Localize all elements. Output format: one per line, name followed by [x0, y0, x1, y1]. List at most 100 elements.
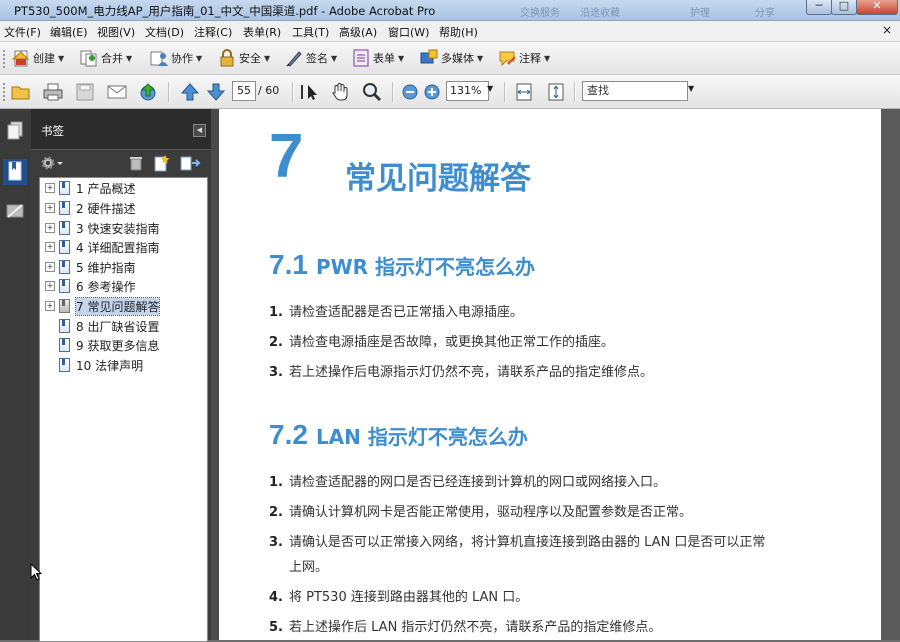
- zoom-input[interactable]: 131%: [446, 81, 489, 101]
- bookmark-label: 6 参考操作: [76, 279, 136, 294]
- expand-icon[interactable]: +: [45, 183, 55, 193]
- create-button[interactable]: 创建 ▼: [11, 48, 64, 68]
- expand-icon[interactable]: +: [45, 281, 55, 291]
- sign-label: 签名: [306, 52, 328, 65]
- bookmark-item[interactable]: + 6 参考操作: [40, 277, 207, 295]
- multimedia-icon: [420, 49, 438, 67]
- zoom-tool-icon[interactable]: [362, 82, 382, 102]
- multimedia-label: 多媒体: [441, 52, 474, 65]
- fit-width-icon[interactable]: [514, 82, 534, 102]
- email-icon[interactable]: [107, 82, 127, 102]
- toolbar-separator: [574, 82, 576, 102]
- ghost-text: 交换服务: [520, 8, 560, 19]
- expand-icon[interactable]: +: [45, 262, 55, 272]
- find-input[interactable]: 查找: [582, 81, 688, 101]
- bookmark-icon: [59, 201, 70, 215]
- chevron-down-icon: ▼: [398, 53, 405, 63]
- bookmark-item[interactable]: 8 出厂缺省设置: [40, 317, 207, 335]
- forms-button[interactable]: 表单 ▼: [352, 48, 404, 68]
- bookmark-item[interactable]: + 5 维护指南: [40, 258, 207, 276]
- expand-icon[interactable]: +: [45, 203, 55, 213]
- bookmark-icon: [59, 279, 70, 293]
- chevron-down-icon[interactable]: ▼: [688, 84, 694, 93]
- bookmarks-panel-header: 书签 ◀: [31, 109, 211, 150]
- chevron-down-icon: ▼: [196, 53, 203, 63]
- panel-splitter[interactable]: [211, 109, 219, 640]
- new-bookmark-icon[interactable]: [153, 154, 171, 175]
- menu-forms[interactable]: 表单(R): [243, 24, 281, 40]
- open-folder-icon[interactable]: [11, 82, 31, 102]
- page-number-input[interactable]: 55: [232, 81, 256, 101]
- list-item: 2. 请检查电源插座是否故障，或更换其他正常工作的插座。: [269, 335, 615, 350]
- section-title: PWR 指示灯不亮怎么办: [315, 255, 536, 279]
- hand-tool-icon[interactable]: [330, 82, 350, 102]
- bookmark-item[interactable]: + 3 快速安装指南: [40, 219, 207, 237]
- vertical-scrollbar[interactable]: [881, 109, 900, 640]
- menu-help[interactable]: 帮助(H): [439, 24, 478, 40]
- bookmark-item[interactable]: + 4 详细配置指南: [40, 238, 207, 256]
- bookmark-item-selected[interactable]: + 7 常见问题解答: [40, 296, 207, 316]
- bookmark-item[interactable]: 10 法律声明: [40, 356, 207, 374]
- delete-trash-icon[interactable]: [129, 155, 143, 174]
- bookmark-label: 3 快速安装指南: [76, 221, 160, 236]
- bookmarks-tab-icon[interactable]: [3, 159, 27, 185]
- bookmark-icon: [59, 260, 70, 274]
- document-page[interactable]: 7 常见问题解答 7.1 PWR 指示灯不亮怎么办 1. 请检查适配器是否已正常插入…: [219, 109, 881, 640]
- collapse-panel-button[interactable]: ◀: [193, 124, 206, 137]
- toolbar-grip[interactable]: [3, 83, 8, 101]
- expand-bookmark-icon[interactable]: [179, 154, 201, 175]
- expand-icon[interactable]: +: [45, 242, 55, 252]
- expand-icon[interactable]: +: [45, 301, 55, 311]
- collaborate-icon: [150, 49, 168, 67]
- bookmark-icon: [59, 240, 70, 254]
- menu-edit[interactable]: 编辑(E): [50, 24, 88, 40]
- menu-document[interactable]: 文档(D): [145, 24, 184, 40]
- previous-page-icon[interactable]: [180, 82, 200, 102]
- chevron-down-icon[interactable]: ▼: [487, 84, 493, 93]
- document-close-button[interactable]: ×: [882, 23, 892, 37]
- next-page-icon[interactable]: [206, 82, 226, 102]
- signatures-icon[interactable]: [6, 201, 24, 221]
- list-item: 5. 若上述操作后 LAN 指示灯仍然不亮，请联系产品的指定维修点。: [269, 620, 662, 635]
- minimize-button[interactable]: ─: [806, 0, 832, 15]
- select-tool-icon[interactable]: [300, 82, 320, 102]
- menu-advanced[interactable]: 高级(A): [339, 24, 377, 40]
- menu-tools[interactable]: 工具(T): [292, 24, 329, 40]
- expand-icon[interactable]: +: [45, 223, 55, 233]
- menu-file[interactable]: 文件(F): [4, 24, 41, 40]
- toolbar-grip[interactable]: [3, 50, 8, 68]
- create-label: 创建: [33, 52, 55, 65]
- combine-button[interactable]: 合并 ▼: [80, 48, 132, 68]
- pages-icon[interactable]: [6, 121, 24, 141]
- print-icon[interactable]: [43, 82, 63, 102]
- bookmark-label: 5 维护指南: [76, 260, 136, 275]
- close-button[interactable]: ✕: [856, 0, 898, 15]
- menu-window[interactable]: 窗口(W): [388, 24, 429, 40]
- multimedia-button[interactable]: 多媒体 ▼: [420, 48, 483, 68]
- bookmark-item[interactable]: + 2 硬件描述: [40, 199, 207, 217]
- bookmark-item[interactable]: + 1 产品概述: [40, 179, 207, 197]
- navigation-pane-strip: [0, 109, 31, 640]
- toolbar-separator: [168, 82, 170, 102]
- bookmark-item[interactable]: 9 获取更多信息: [40, 336, 207, 354]
- fit-page-icon[interactable]: [546, 82, 566, 102]
- secure-button[interactable]: 安全 ▼: [218, 48, 270, 68]
- options-gear-icon[interactable]: [40, 155, 64, 174]
- window-title-bar[interactable]: PT530_500M_电力线AP_用户指南_01_中文_中国渠道.pdf - A…: [0, 0, 900, 21]
- create-pdf-icon: [11, 49, 30, 67]
- bookmarks-panel: 书签 ◀ + 1 产品概述 + 2 硬件描述 + 3 快速安装指南 + 4 详细…: [31, 109, 211, 642]
- zoom-out-icon[interactable]: [400, 82, 420, 102]
- sign-button[interactable]: 签名 ▼: [285, 48, 337, 68]
- menu-comments[interactable]: 注释(C): [194, 24, 232, 40]
- maximize-button[interactable]: □: [831, 0, 857, 15]
- zoom-in-icon[interactable]: [422, 82, 442, 102]
- form-icon: [352, 49, 370, 67]
- save-icon[interactable]: [75, 82, 95, 102]
- forms-label: 表单: [373, 52, 395, 65]
- web-upload-icon[interactable]: [138, 82, 158, 102]
- comment-button[interactable]: 注释 ▼: [498, 48, 550, 68]
- menu-view[interactable]: 视图(V): [97, 24, 135, 40]
- collaborate-button[interactable]: 协作 ▼: [150, 48, 202, 68]
- bookmark-icon: [59, 181, 70, 195]
- bookmark-label: 1 产品概述: [76, 181, 136, 196]
